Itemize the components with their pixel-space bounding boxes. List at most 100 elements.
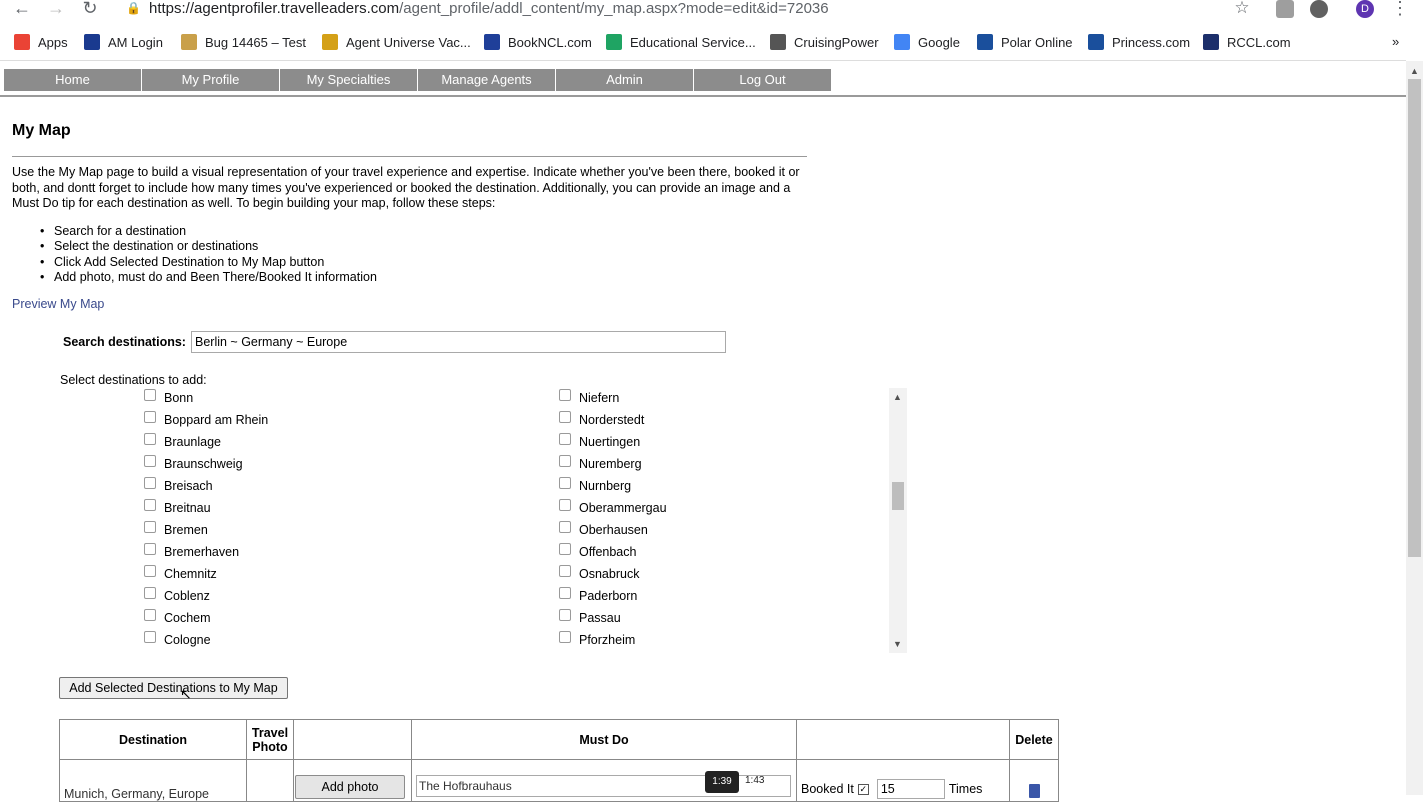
reload-icon[interactable]: ↻ — [80, 0, 100, 19]
bookmark-item[interactable]: Apps — [14, 34, 68, 50]
scroll-up-icon[interactable]: ▲ — [893, 392, 902, 402]
destination-checkbox[interactable] — [559, 631, 571, 643]
destination-label: Coblenz — [164, 589, 210, 603]
forward-arrow-icon[interactable]: → — [46, 0, 66, 19]
step-item: Select the destination or destinations — [40, 239, 377, 255]
destination-checkbox[interactable] — [144, 455, 156, 467]
destination-checkbox[interactable] — [559, 411, 571, 423]
back-arrow-icon[interactable]: ← — [12, 0, 32, 19]
destination-label: Paderborn — [579, 589, 638, 603]
destination-checkbox[interactable] — [144, 389, 156, 401]
search-destinations-input[interactable] — [191, 331, 726, 353]
times-input[interactable] — [876, 779, 945, 799]
bookmark-item[interactable]: Educational Service... — [606, 34, 756, 50]
url-host: https://agentprofiler.travelleaders.com — [149, 0, 400, 17]
destination-label: Braunschweig — [164, 457, 243, 471]
ncl-icon — [484, 34, 500, 50]
bookmark-item[interactable]: BookNCL.com — [484, 34, 592, 50]
destination-label: Cochem — [164, 611, 211, 625]
destination-checkbox[interactable] — [559, 587, 571, 599]
bookmark-item[interactable]: CruisingPower — [770, 34, 879, 50]
add-selected-destinations-button[interactable]: Add Selected Destinations to My Map — [59, 677, 288, 699]
princess-icon — [1088, 34, 1104, 50]
destination-label: Nuertingen — [579, 435, 641, 449]
destinations-scrollbar[interactable]: ▲ ▼ — [889, 388, 907, 653]
destination-checkbox[interactable] — [559, 543, 571, 555]
add-photo-button[interactable]: Add photo — [295, 775, 405, 799]
destination-label: Boppard am Rhein — [164, 413, 269, 427]
header-photo-action — [293, 719, 412, 760]
header-travel-photo: Travel Photo — [246, 719, 294, 760]
header-booked — [796, 719, 1010, 760]
search-label: Search destinations: — [63, 335, 186, 349]
page-scroll-up-icon[interactable]: ▲ — [1410, 66, 1419, 76]
destination-checkbox[interactable] — [559, 565, 571, 577]
destination-checkbox[interactable] — [559, 521, 571, 533]
extension-circle-icon[interactable] — [1310, 0, 1328, 18]
add-photo-cell: Add photo — [293, 759, 412, 802]
destination-checkbox[interactable] — [144, 411, 156, 423]
destination-label: Bremen — [164, 523, 208, 537]
destination-checkbox[interactable] — [144, 499, 156, 511]
destination-checkbox[interactable] — [559, 477, 571, 489]
times-label: Times — [948, 782, 983, 796]
bookmark-label: Princess.com — [1112, 34, 1191, 50]
destination-label: Bremerhaven — [164, 545, 240, 559]
destinations-list: Bonn Boppard am Rhein Braunlage Braunschwei… — [140, 388, 907, 653]
destination-checkbox[interactable] — [144, 631, 156, 643]
destination-label: Pforzheim — [579, 633, 636, 647]
chrome-menu-icon[interactable]: ⋮ — [1390, 0, 1410, 19]
video-next-time: 1:43 — [745, 775, 765, 786]
browser-toolbar: ← → ↻ 🔒 https://agentprofiler.travellead… — [0, 0, 1423, 20]
header-delete: Delete — [1009, 719, 1059, 760]
booked-it-label: Booked It — [801, 782, 854, 796]
bookmark-item[interactable]: Princess.com — [1088, 34, 1190, 50]
nav-home[interactable]: Home — [4, 69, 141, 91]
page-scrollbar[interactable]: ▲ — [1406, 61, 1423, 795]
destination-checkbox[interactable] — [144, 521, 156, 533]
bookmark-item[interactable]: Google — [894, 34, 960, 50]
destination-checkbox[interactable] — [144, 587, 156, 599]
intro-text: Use the My Map page to build a visual re… — [12, 165, 800, 210]
bookmark-label: Bug 14465 – Test — [205, 34, 306, 50]
destination-label: Chemnitz — [164, 567, 217, 581]
nav-my-specialties[interactable]: My Specialties — [280, 69, 417, 91]
destination-label: Passau — [579, 611, 621, 625]
destination-checkbox[interactable] — [144, 609, 156, 621]
destination-label: Nurnberg — [579, 479, 632, 493]
nav-admin[interactable]: Admin — [556, 69, 693, 91]
scroll-down-icon[interactable]: ▼ — [893, 639, 902, 649]
profile-avatar[interactable]: D — [1356, 0, 1374, 18]
destination-label: Osnabruck — [579, 567, 640, 581]
destination-checkbox[interactable] — [144, 433, 156, 445]
bookmark-item[interactable]: Polar Online — [977, 34, 1073, 50]
bookmark-label: CruisingPower — [794, 34, 879, 50]
destination-checkbox[interactable] — [559, 433, 571, 445]
page-scroll-thumb[interactable] — [1408, 79, 1421, 557]
destination-checkbox[interactable] — [559, 389, 571, 401]
steps-list: Search for a destination Select the dest… — [40, 224, 377, 285]
bookmark-item[interactable]: AM Login — [84, 34, 163, 50]
bookmark-item[interactable]: Bug 14465 – Test — [181, 34, 306, 50]
nav-log-out[interactable]: Log Out — [694, 69, 831, 91]
address-bar[interactable]: https://agentprofiler.travelleaders.com/… — [149, 0, 829, 17]
preview-my-map-link[interactable]: Preview My Map — [12, 297, 104, 311]
nav-my-profile[interactable]: My Profile — [142, 69, 279, 91]
booked-it-checkbox[interactable]: ✓ — [857, 783, 869, 795]
nav-manage-agents[interactable]: Manage Agents — [418, 69, 555, 91]
destination-checkbox[interactable] — [559, 499, 571, 511]
bookmark-label: Google — [918, 34, 960, 50]
bookmark-item[interactable]: RCCL.com — [1203, 34, 1291, 50]
trash-icon[interactable] — [1028, 784, 1040, 798]
bookmark-star-icon[interactable]: ☆ — [1232, 0, 1252, 18]
destination-checkbox[interactable] — [144, 477, 156, 489]
bookmark-item[interactable]: Agent Universe Vac... — [322, 34, 471, 50]
grammarly-extension-icon[interactable] — [1276, 0, 1294, 18]
destination-checkbox[interactable] — [559, 609, 571, 621]
scroll-thumb[interactable] — [892, 482, 904, 510]
more-bookmarks-chevron-icon[interactable]: » — [1392, 34, 1399, 49]
destination-checkbox[interactable] — [559, 455, 571, 467]
destination-checkbox[interactable] — [144, 543, 156, 555]
destination-label: Offenbach — [579, 545, 637, 559]
destination-checkbox[interactable] — [144, 565, 156, 577]
